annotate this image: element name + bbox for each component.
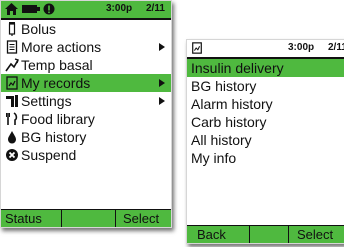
- menu-item-all-history[interactable]: All history: [187, 131, 344, 149]
- menu-item-label: Insulin delivery: [191, 60, 284, 76]
- menu-item-label: Carb history: [191, 114, 267, 130]
- status-softkey[interactable]: Status: [5, 210, 42, 227]
- clock-time: 3:00p: [106, 3, 133, 14]
- menu-item-more-actions[interactable]: More actions: [1, 38, 171, 56]
- home-icon: [5, 3, 18, 15]
- status-bar: 3:00p 2/11: [187, 40, 344, 59]
- softkey-divider: [115, 210, 116, 227]
- settings-icon: [6, 95, 18, 107]
- menu-item-bg-history[interactable]: BG history: [187, 77, 344, 95]
- menu-item-label: Bolus: [21, 21, 57, 37]
- menu-item-bolus[interactable]: Bolus: [1, 20, 171, 38]
- menu-item-food-library[interactable]: Food library: [1, 110, 171, 128]
- status-bar: 3:00p 2/11: [1, 1, 171, 20]
- reservoir-icon: [43, 3, 55, 15]
- menu-item-my-info[interactable]: My info: [187, 149, 344, 167]
- records-icon: [6, 76, 18, 90]
- menu-item-label: Temp basal: [21, 57, 93, 73]
- date: 2/11: [146, 3, 165, 14]
- menu-item-label: Suspend: [21, 147, 77, 163]
- softkey-divider: [61, 210, 62, 227]
- softkey-bar: Back Select: [187, 225, 344, 243]
- menu-item-label: BG history: [191, 78, 257, 94]
- syringe-icon: [8, 22, 16, 36]
- submenu-arrow-icon: [159, 79, 165, 87]
- menu-item-label: Settings: [21, 93, 72, 109]
- temp-basal-icon: [5, 58, 19, 72]
- fork-knife-icon: [6, 112, 18, 125]
- menu-item-label: Food library: [21, 111, 95, 127]
- my-records-screen: 3:00p 2/11 Insulin delivery BG history A…: [186, 39, 344, 244]
- date: 2/11: [328, 42, 344, 53]
- select-softkey[interactable]: Select: [123, 210, 159, 227]
- menu-item-carb-history[interactable]: Carb history: [187, 113, 344, 131]
- main-menu-list: Bolus More actions Temp basal My records: [1, 20, 171, 164]
- softkey-divider: [249, 226, 250, 243]
- main-menu-screen: 3:00p 2/11 Bolus More actions Temp basal…: [0, 0, 172, 228]
- suspend-icon: [6, 149, 18, 161]
- menu-item-settings[interactable]: Settings: [1, 92, 171, 110]
- menu-item-label: Alarm history: [191, 96, 273, 112]
- document-icon: [6, 40, 18, 54]
- menu-item-bg-history[interactable]: BG history: [1, 128, 171, 146]
- submenu-arrow-icon: [159, 97, 165, 105]
- submenu-arrow-icon: [159, 43, 165, 51]
- menu-item-alarm-history[interactable]: Alarm history: [187, 95, 344, 113]
- menu-item-my-records[interactable]: My records: [1, 74, 171, 92]
- blood-drop-icon: [8, 131, 16, 144]
- menu-item-suspend[interactable]: Suspend: [1, 146, 171, 164]
- menu-item-temp-basal[interactable]: Temp basal: [1, 56, 171, 74]
- clock-time: 3:00p: [288, 42, 315, 53]
- menu-item-label: More actions: [21, 39, 102, 55]
- softkey-bar: Status Select: [1, 209, 171, 227]
- menu-item-label: My info: [191, 150, 237, 166]
- menu-item-label: My records: [21, 75, 91, 91]
- back-softkey[interactable]: Back: [197, 226, 226, 243]
- menu-item-insulin-delivery[interactable]: Insulin delivery: [187, 59, 344, 77]
- menu-item-label: All history: [191, 132, 252, 148]
- menu-item-label: BG history: [21, 129, 87, 145]
- records-menu-list: Insulin delivery BG history Alarm histor…: [187, 59, 344, 167]
- softkey-divider: [288, 226, 289, 243]
- records-icon: [192, 42, 202, 54]
- select-softkey[interactable]: Select: [297, 226, 333, 243]
- battery-icon: [22, 5, 40, 13]
